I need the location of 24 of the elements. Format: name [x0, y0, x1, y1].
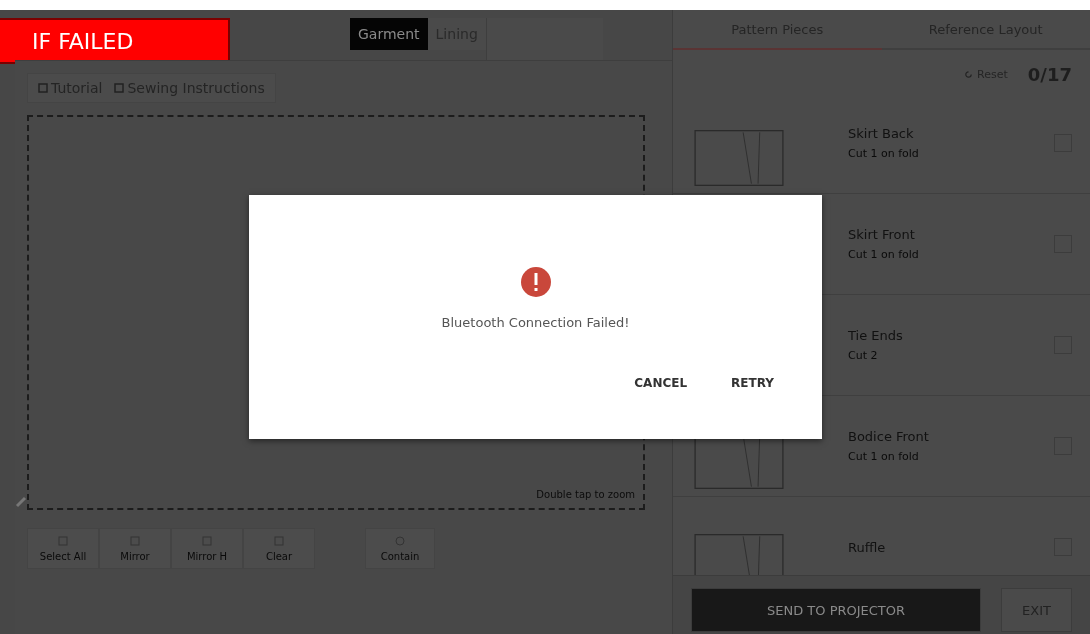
piece-name: Bodice Front: [848, 429, 930, 444]
dialog-button[interactable]: RETRY: [723, 370, 782, 396]
toolbar-button[interactable]: Mirror: [99, 528, 171, 569]
dialog-message: Bluetooth Connection Failed!: [441, 315, 630, 330]
pencil-icon: [15, 496, 27, 508]
refresh-icon: [964, 70, 974, 79]
piece-name: Ruffle: [848, 539, 887, 555]
toolbar-button[interactable]: Select All: [27, 528, 99, 569]
piece-note: Cut 1 on fold: [848, 450, 920, 463]
piece-note: Cut 1 on fold: [848, 248, 920, 261]
failure-banner: IF FAILED: [0, 18, 230, 64]
piece-note: Cut 1 on fold: [848, 147, 920, 160]
contain-button[interactable]: Contain: [365, 528, 435, 569]
fabric-tab[interactable]: Garment: [350, 18, 428, 50]
send-button[interactable]: SEND TO PROJECTOR: [691, 588, 982, 632]
toolbar-button[interactable]: Mirror H: [171, 528, 243, 569]
piece-name: Skirt Front: [848, 227, 916, 242]
piece-note: Cut 2: [848, 349, 879, 362]
piece-name: Tie Ends: [848, 328, 904, 343]
toolbar-button[interactable]: Clear: [243, 528, 315, 569]
piece-name: Skirt Back: [848, 126, 915, 141]
pattern-piece-row[interactable]: Skirt Back Cut 1 on fold: [673, 93, 1090, 194]
target-icon: [394, 535, 406, 547]
error-icon: [520, 267, 551, 297]
